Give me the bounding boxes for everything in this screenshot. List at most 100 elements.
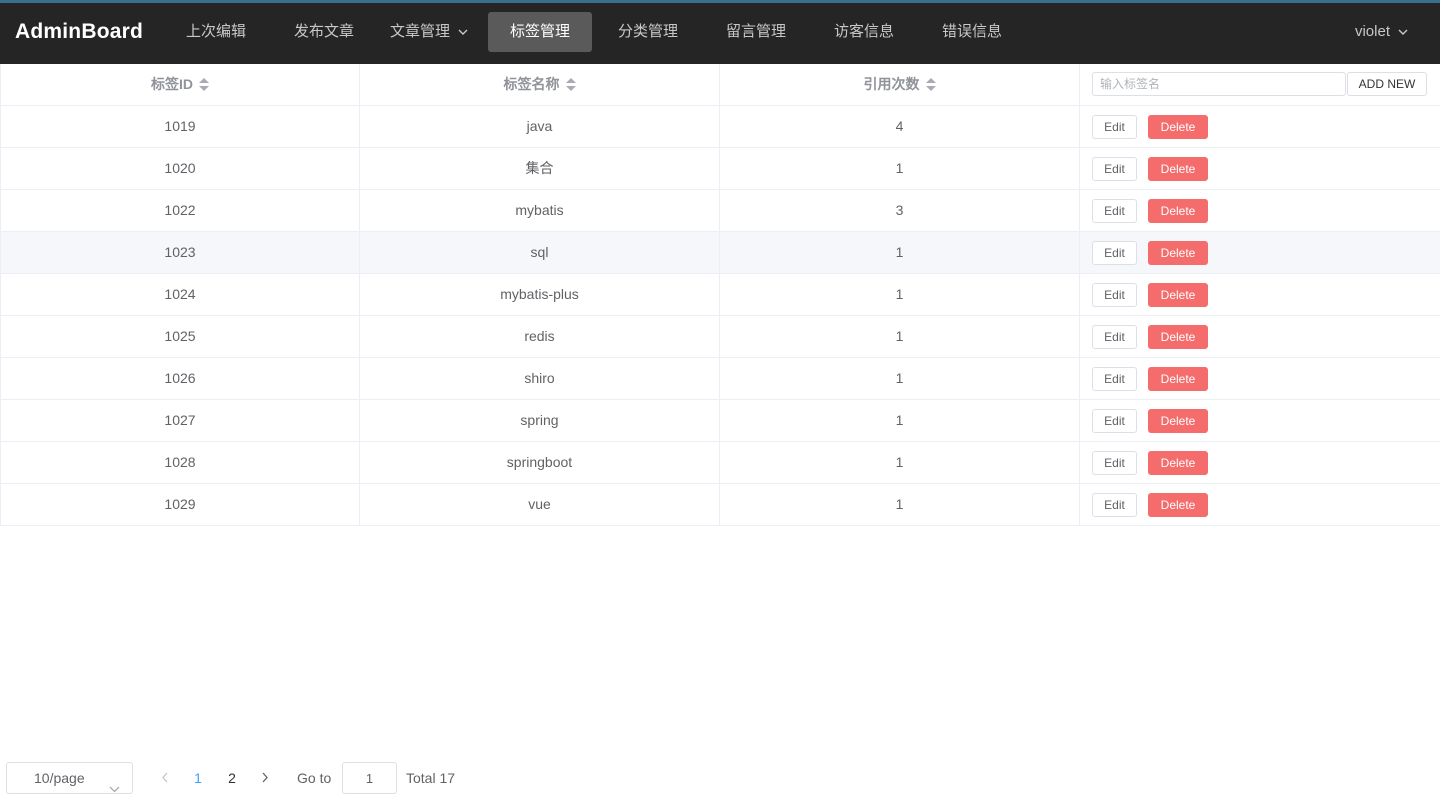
pagination: 10/page 1 2 Go to Total 17	[0, 760, 1440, 796]
chevron-down-icon	[1398, 12, 1408, 52]
actions-cell: Edit Delete	[1080, 274, 1440, 315]
tag-id-cell: 1020	[0, 148, 360, 189]
user-menu[interactable]: violet	[1355, 12, 1408, 52]
table-row: 1020 集合 1 Edit Delete	[0, 148, 1440, 190]
tag-name-cell: mybatis-plus	[360, 274, 720, 315]
column-header-actions: ADD NEW	[1080, 64, 1440, 105]
nav-item-visitor-info[interactable]: 访客信息	[818, 12, 910, 52]
reference-count-cell: 3	[720, 190, 1080, 231]
edit-button[interactable]: Edit	[1092, 283, 1137, 307]
tag-id-cell: 1022	[0, 190, 360, 231]
tag-name-input[interactable]	[1092, 72, 1346, 96]
reference-count-cell: 1	[720, 442, 1080, 483]
reference-count-cell: 1	[720, 232, 1080, 273]
page-size-value: 10/page	[34, 770, 85, 786]
reference-count-cell: 1	[720, 274, 1080, 315]
top-navbar: AdminBoard 上次编辑 发布文章 文章管理 标签管理 分类管理 留言管理…	[0, 3, 1440, 64]
reference-count-cell: 1	[720, 148, 1080, 189]
nav-item-tag-management[interactable]: 标签管理	[488, 12, 592, 52]
delete-button[interactable]: Delete	[1148, 409, 1208, 433]
column-header-tag-id[interactable]: 标签ID	[0, 64, 360, 105]
page-number-1[interactable]: 1	[186, 762, 210, 794]
tag-id-cell: 1019	[0, 106, 360, 147]
table-row: 1022 mybatis 3 Edit Delete	[0, 190, 1440, 232]
actions-cell: Edit Delete	[1080, 316, 1440, 357]
page-size-select[interactable]: 10/page	[6, 762, 133, 794]
actions-cell: Edit Delete	[1080, 148, 1440, 189]
tag-name-cell: sql	[360, 232, 720, 273]
sort-icon[interactable]	[199, 78, 209, 92]
edit-button[interactable]: Edit	[1092, 241, 1137, 265]
actions-cell: Edit Delete	[1080, 232, 1440, 273]
table-row: 1027 spring 1 Edit Delete	[0, 400, 1440, 442]
username: violet	[1354, 23, 1390, 40]
delete-button[interactable]: Delete	[1148, 283, 1208, 307]
delete-button[interactable]: Delete	[1148, 451, 1208, 475]
actions-cell: Edit Delete	[1080, 190, 1440, 231]
delete-button[interactable]: Delete	[1148, 493, 1208, 517]
delete-button[interactable]: Delete	[1148, 325, 1208, 349]
edit-button[interactable]: Edit	[1092, 325, 1137, 349]
total-count: Total 17	[406, 770, 456, 786]
reference-count-cell: 4	[720, 106, 1080, 147]
page-number-2[interactable]: 2	[220, 762, 244, 794]
goto-page-input[interactable]	[342, 762, 397, 794]
tag-name-cell: shiro	[360, 358, 720, 399]
delete-button[interactable]: Delete	[1148, 199, 1208, 223]
tag-name-cell: spring	[360, 400, 720, 441]
chevron-down-icon	[109, 773, 120, 803]
nav-item-publish-article[interactable]: 发布文章	[278, 12, 370, 52]
prev-page-button[interactable]	[155, 762, 175, 794]
tag-name-cell: 集合	[360, 148, 720, 189]
actions-cell: Edit Delete	[1080, 442, 1440, 483]
tag-name-cell: mybatis	[360, 190, 720, 231]
reference-count-cell: 1	[720, 358, 1080, 399]
tag-name-cell: vue	[360, 484, 720, 525]
column-header-tag-name[interactable]: 标签名称	[360, 64, 720, 105]
table-row: 1029 vue 1 Edit Delete	[0, 484, 1440, 526]
next-page-button[interactable]	[255, 762, 275, 794]
nav-item-message-management[interactable]: 留言管理	[710, 12, 802, 52]
table-header-row: 标签ID 标签名称 引用次数 ADD NEW	[0, 64, 1440, 106]
edit-button[interactable]: Edit	[1092, 493, 1137, 517]
actions-cell: Edit Delete	[1080, 484, 1440, 525]
nav-item-last-edit[interactable]: 上次编辑	[170, 12, 262, 52]
table-row: 1026 shiro 1 Edit Delete	[0, 358, 1440, 400]
actions-cell: Edit Delete	[1080, 106, 1440, 147]
chevron-down-icon	[458, 12, 468, 52]
sort-icon[interactable]	[565, 78, 576, 92]
sort-icon[interactable]	[925, 78, 936, 92]
nav-item-error-info[interactable]: 错误信息	[926, 12, 1018, 52]
tag-id-cell: 1024	[0, 274, 360, 315]
delete-button[interactable]: Delete	[1148, 367, 1208, 391]
add-new-button[interactable]: ADD NEW	[1347, 72, 1427, 96]
brand-logo[interactable]: AdminBoard	[15, 20, 143, 44]
actions-cell: Edit Delete	[1080, 400, 1440, 441]
edit-button[interactable]: Edit	[1092, 367, 1137, 391]
table-row: 1028 springboot 1 Edit Delete	[0, 442, 1440, 484]
reference-count-cell: 1	[720, 316, 1080, 357]
tag-name-cell: redis	[360, 316, 720, 357]
edit-button[interactable]: Edit	[1092, 451, 1137, 475]
table-row: 1024 mybatis-plus 1 Edit Delete	[0, 274, 1440, 316]
tag-id-cell: 1026	[0, 358, 360, 399]
nav-item-article-management[interactable]: 文章管理	[380, 12, 478, 52]
tag-id-cell: 1023	[0, 232, 360, 273]
table-row: 1019 java 4 Edit Delete	[0, 106, 1440, 148]
table-row: 1023 sql 1 Edit Delete	[0, 232, 1440, 274]
column-header-reference-count[interactable]: 引用次数	[720, 64, 1080, 105]
tag-name-cell: java	[360, 106, 720, 147]
nav-item-category-management[interactable]: 分类管理	[602, 12, 694, 52]
delete-button[interactable]: Delete	[1148, 241, 1208, 265]
delete-button[interactable]: Delete	[1148, 157, 1208, 181]
edit-button[interactable]: Edit	[1092, 157, 1137, 181]
tag-id-cell: 1029	[0, 484, 360, 525]
edit-button[interactable]: Edit	[1092, 115, 1137, 139]
edit-button[interactable]: Edit	[1092, 409, 1137, 433]
reference-count-cell: 1	[720, 484, 1080, 525]
actions-cell: Edit Delete	[1080, 358, 1440, 399]
edit-button[interactable]: Edit	[1092, 199, 1137, 223]
reference-count-cell: 1	[720, 400, 1080, 441]
goto-label: Go to	[297, 770, 332, 786]
delete-button[interactable]: Delete	[1148, 115, 1208, 139]
